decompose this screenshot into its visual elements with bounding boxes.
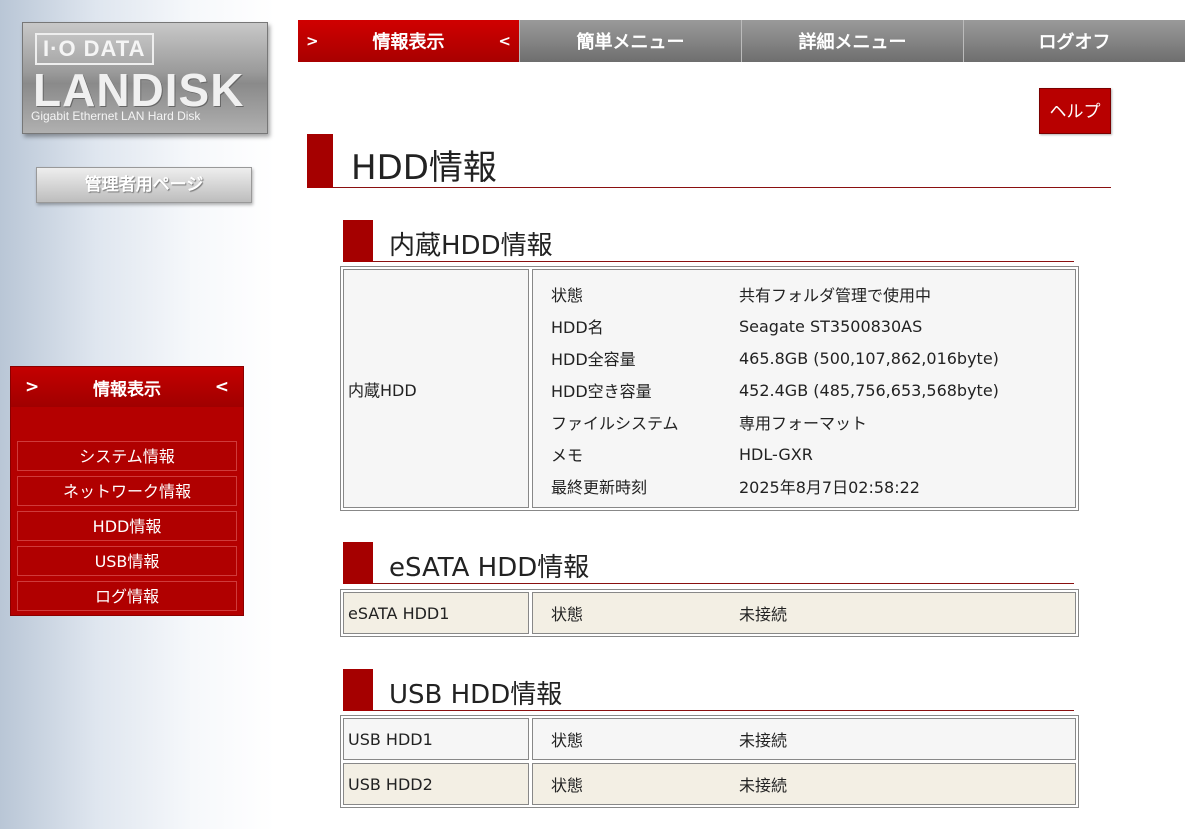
field-row: 最終更新時刻 2025年8月7日02:58:22	[533, 470, 1075, 502]
field-row: ファイルシステム 専用フォーマット	[533, 406, 1075, 438]
field-row: 状態 未接続	[533, 764, 1075, 804]
esata-hdd-details: 状態 未接続	[532, 592, 1076, 634]
field-key: 状態	[551, 605, 584, 624]
internal-hdd-table: 内蔵HDD 状態 共有フォルダ管理で使用中 HDD名 Seagate ST35008…	[340, 266, 1079, 511]
top-navigation: > 情報表示 < 簡単メニュー 詳細メニュー ログオフ	[298, 20, 1185, 62]
side-menu-title: 情報表示	[93, 379, 161, 400]
field-key: HDD全容量	[551, 350, 636, 369]
field-value: 専用フォーマット	[739, 414, 868, 433]
section-title-usb: USB HDD情報	[343, 669, 1074, 711]
field-row: 状態 未接続	[533, 719, 1075, 759]
field-value: 未接続	[739, 731, 788, 750]
field-key: 状態	[551, 731, 584, 750]
tab-info[interactable]: > 情報表示 <	[298, 20, 519, 62]
field-value: 2025年8月7日02:58:22	[739, 478, 920, 497]
field-row: HDD名 Seagate ST3500830AS	[533, 310, 1075, 342]
sidebar: I·O DATA LANDISK Gigabit Ethernet LAN Ha…	[0, 0, 275, 829]
field-row: HDD全容量 465.8GB (500,107,862,016byte)	[533, 342, 1075, 374]
field-row: 状態 未接続	[533, 593, 1075, 633]
section-title: 内蔵HDD情報	[389, 231, 553, 261]
tab-label: 簡単メニュー	[576, 32, 685, 53]
section-marker	[343, 220, 373, 262]
field-key: ファイルシステム	[551, 414, 679, 433]
internal-hdd-details: 状態 共有フォルダ管理で使用中 HDD名 Seagate ST3500830AS H…	[532, 269, 1076, 508]
field-key: 最終更新時刻	[551, 478, 648, 497]
field-key: メモ	[551, 446, 584, 465]
landisk-logo: I·O DATA LANDISK Gigabit Ethernet LAN Ha…	[22, 22, 268, 134]
side-menu-item-log[interactable]: ログ情報	[17, 581, 237, 611]
chevron-left-icon: <	[214, 377, 229, 397]
section-title-internal: 内蔵HDD情報	[343, 220, 1074, 262]
side-menu-header[interactable]: > 情報表示 <	[11, 367, 243, 407]
side-menu: > 情報表示 < システム情報 ネットワーク情報 HDD情報 USB情報 ログ情…	[10, 366, 244, 616]
field-row: HDD空き容量 452.4GB (485,756,653,568byte)	[533, 374, 1075, 406]
field-key: 状態	[551, 286, 584, 305]
page-title-block: HDD情報	[307, 134, 1111, 188]
field-value: Seagate ST3500830AS	[739, 316, 923, 336]
tab-detail-menu[interactable]: 詳細メニュー	[741, 20, 963, 62]
row-label: 内蔵HDD	[343, 269, 529, 508]
row-label: USB HDD1	[343, 718, 529, 760]
page-title: HDD情報	[351, 148, 497, 188]
tab-label: 詳細メニュー	[798, 32, 907, 53]
field-row: 状態 共有フォルダ管理で使用中	[533, 278, 1075, 310]
usb-hdd-details: 状態 未接続	[532, 763, 1076, 805]
chevron-right-icon: >	[306, 32, 319, 50]
field-value: 未接続	[739, 776, 788, 795]
tab-label: ログオフ	[1038, 32, 1111, 53]
help-button[interactable]: ヘルプ	[1039, 88, 1111, 134]
usb-hdd-details: 状態 未接続	[532, 718, 1076, 760]
chevron-left-icon: <	[498, 32, 511, 50]
table-row: USB HDD1 状態 未接続	[343, 718, 1076, 760]
section-title: USB HDD情報	[389, 680, 563, 710]
field-key: 状態	[551, 776, 584, 795]
field-key: HDD名	[551, 318, 604, 337]
brand-logo-text: I·O DATA	[35, 33, 154, 65]
logo-tagline: Gigabit Ethernet LAN Hard Disk	[31, 109, 201, 123]
chevron-right-icon: >	[25, 377, 40, 397]
title-marker	[307, 134, 333, 188]
usb-hdd-table: USB HDD1 状態 未接続 USB HDD2 状態 未接続	[340, 715, 1079, 808]
section-marker	[343, 669, 373, 711]
section-title-esata: eSATA HDD情報	[343, 542, 1074, 584]
row-label: USB HDD2	[343, 763, 529, 805]
field-value: 未接続	[739, 605, 788, 624]
field-value: 465.8GB (500,107,862,016byte)	[739, 348, 999, 368]
esata-hdd-table: eSATA HDD1 状態 未接続	[340, 589, 1079, 637]
admin-page-button[interactable]: 管理者用ページ	[36, 167, 252, 203]
field-value: 共有フォルダ管理で使用中	[739, 286, 932, 305]
tab-logoff[interactable]: ログオフ	[963, 20, 1185, 62]
table-row: USB HDD2 状態 未接続	[343, 763, 1076, 805]
side-menu-item-usb[interactable]: USB情報	[17, 546, 237, 576]
side-menu-item-system[interactable]: システム情報	[17, 441, 237, 471]
tab-label: 情報表示	[372, 32, 445, 53]
row-label: eSATA HDD1	[343, 592, 529, 634]
section-title: eSATA HDD情報	[389, 553, 590, 583]
field-key: HDD空き容量	[551, 382, 652, 401]
field-value: 452.4GB (485,756,653,568byte)	[739, 380, 999, 400]
side-menu-item-hdd[interactable]: HDD情報	[17, 511, 237, 541]
field-value: HDL-GXR	[739, 444, 813, 464]
side-menu-item-network[interactable]: ネットワーク情報	[17, 476, 237, 506]
tab-simple-menu[interactable]: 簡単メニュー	[519, 20, 741, 62]
section-marker	[343, 542, 373, 584]
field-row: メモ HDL-GXR	[533, 438, 1075, 470]
